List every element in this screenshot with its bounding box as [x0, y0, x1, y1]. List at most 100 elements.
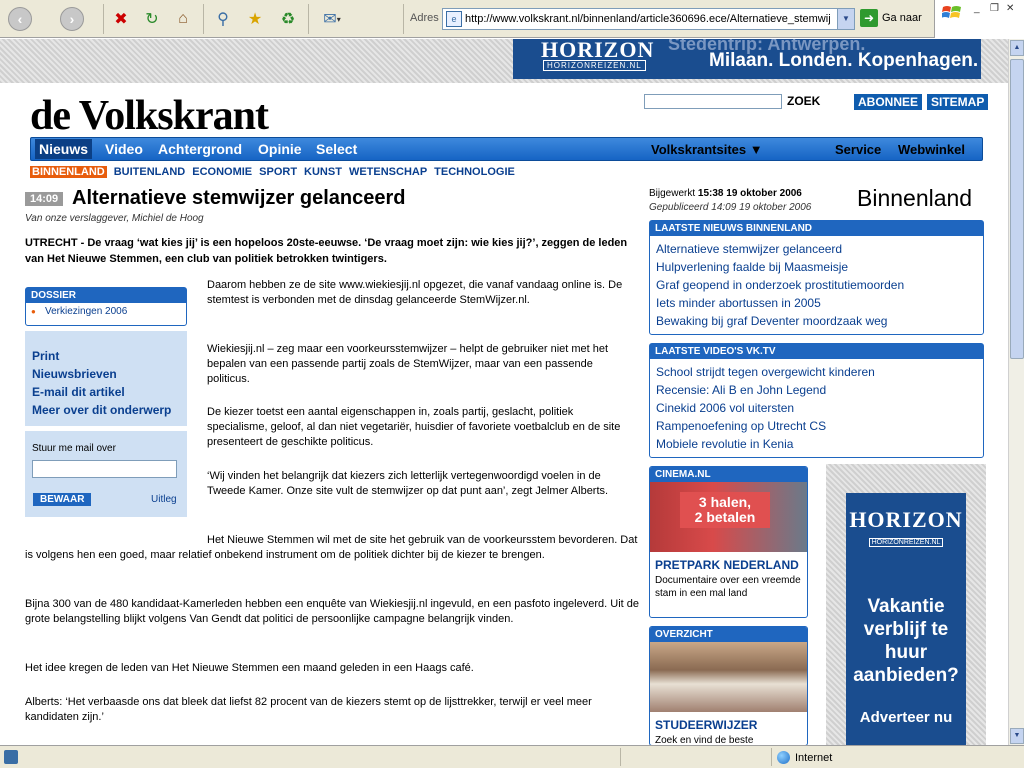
cinema-image-text: 3 halen, 2 betalen [680, 492, 770, 528]
section-title: Binnenland [857, 185, 973, 211]
page-status-icon [4, 750, 18, 764]
article-paragraph: Het idee kregen de leden van Het Nieuwe … [25, 662, 474, 674]
browser-toolbar: ‹ › ✖ ↻ ⌂ ⚲ ★ ♻ ✉ ▾ Adres e http://www.vo… [0, 0, 1024, 38]
video-link[interactable]: Recensie: Ali B en John Legend [656, 381, 977, 399]
news-link[interactable]: Iets minder abortussen in 2005 [656, 294, 977, 312]
email-article-link[interactable]: E-mail dit artikel [32, 383, 180, 401]
cinema-image: 3 halen, 2 betalen [650, 482, 807, 552]
subnav-buitenland[interactable]: BUITENLAND [114, 166, 186, 178]
close-icon[interactable]: ✕ [1006, 3, 1014, 14]
scroll-down-icon[interactable]: ▼ [1010, 728, 1024, 744]
cinema-promo[interactable]: CINEMA.NL 3 halen, 2 betalen PRETPARK NE… [649, 466, 808, 618]
search-submit-button[interactable]: ZOEK [787, 94, 820, 108]
news-link[interactable]: Bewaking bij graf Deventer moordzaak weg [656, 312, 977, 330]
overzicht-image [650, 642, 807, 712]
side-ad-cta: Adverteer nu [859, 709, 953, 726]
nav-volkskrantsites[interactable]: Volkskrantsites ▼ [651, 142, 763, 157]
article-paragraph: Het Nieuwe Stemmen wil met de site het g… [25, 534, 638, 561]
mail-alert-box: Stuur me mail over BEWAAR Uitleg [25, 431, 187, 517]
status-divider [620, 748, 621, 766]
cinema-image-text-1: 3 halen, [698, 494, 752, 510]
video-link[interactable]: Cinekid 2006 vol uitersten [656, 399, 977, 417]
news-link[interactable]: Hulpverlening faalde bij Maasmeisje [656, 258, 977, 276]
subnav-wetenschap[interactable]: WETENSCHAP [349, 166, 427, 178]
video-link[interactable]: Mobiele revolutie in Kenia [656, 435, 977, 453]
article-paragraph: ‘Wij vinden het belangrijk dat kiezers z… [207, 470, 609, 497]
nav-service[interactable]: Service [835, 142, 881, 157]
page-content: Stedentrip: Antwerpen. HORIZON HORIZONRE… [0, 39, 1008, 745]
minimize-icon[interactable]: _ [974, 3, 980, 14]
news-link[interactable]: Alternatieve stemwijzer gelanceerd [656, 240, 977, 258]
favorites-button[interactable]: ★ [242, 6, 268, 32]
more-on-topic-link[interactable]: Meer over dit onderwerp [32, 401, 180, 419]
sitemap-link[interactable]: SITEMAP [927, 94, 989, 110]
updated-value: 15:38 19 oktober 2006 [697, 188, 802, 199]
print-link[interactable]: Print [32, 347, 180, 365]
mail-alert-input[interactable] [32, 460, 177, 478]
updated-timestamp: Bijgewerkt 15:38 19 oktober 2006 [649, 188, 802, 199]
horizon-logo: HORIZON [541, 39, 655, 62]
address-bar[interactable]: e http://www.volkskrant.nl/binnenland/ar… [442, 8, 855, 30]
horizon-side-ad[interactable]: HORIZON HORIZONREIZEN.NL Vakantie verbli… [846, 493, 966, 745]
history-button[interactable]: ♻ [275, 6, 301, 32]
nav-item-nieuws[interactable]: Nieuws [35, 139, 93, 159]
article-byline: Van onze verslaggever, Michiel de Hoog [25, 213, 204, 224]
restore-icon[interactable]: ❐ [990, 3, 999, 14]
status-bar: Internet [0, 745, 1024, 768]
subnav-kunst[interactable]: KUNST [304, 166, 342, 178]
nav-item-opinie[interactable]: Opinie [258, 141, 302, 157]
overzicht-promo[interactable]: OVERZICHT STUDEERWIJZER Zoek en vind de … [649, 626, 808, 745]
site-logo[interactable]: de Volkskrant [30, 92, 269, 140]
go-button[interactable]: ➜ Ga naar [860, 9, 922, 27]
forward-button[interactable]: › [59, 6, 85, 32]
go-arrow-icon: ➜ [860, 9, 878, 27]
video-link[interactable]: School strijdt tegen overgewicht kindere… [656, 363, 977, 381]
nav-webwinkel[interactable]: Webwinkel [898, 142, 965, 157]
back-button[interactable]: ‹ [7, 6, 33, 32]
scroll-thumb[interactable] [1010, 59, 1024, 359]
article-paragraph: Bijna 300 van de 480 kandidaat-Kamerlede… [25, 598, 639, 625]
abonnee-link[interactable]: ABONNEE [854, 94, 923, 110]
horizon-banner-ad[interactable]: Stedentrip: Antwerpen. HORIZON HORIZONRE… [513, 39, 981, 79]
news-link[interactable]: Graf geopend in onderzoek prostitutiemoo… [656, 276, 977, 294]
uitleg-link[interactable]: Uitleg [151, 494, 177, 505]
refresh-button[interactable]: ↻ [139, 6, 165, 32]
subnav-economie[interactable]: ECONOMIE [192, 166, 252, 178]
nav-item-achtergrond[interactable]: Achtergrond [158, 141, 242, 157]
home-icon: ⌂ [178, 10, 188, 27]
nav-item-video[interactable]: Video [105, 141, 143, 157]
site-search-input[interactable] [644, 94, 782, 109]
scroll-up-icon[interactable]: ▲ [1010, 40, 1024, 56]
cinema-title[interactable]: PRETPARK NEDERLAND [650, 552, 807, 572]
dossier-link[interactable]: Verkiezingen 2006 [26, 303, 186, 317]
subnav-sport[interactable]: SPORT [259, 166, 297, 178]
search-icon: ⚲ [217, 11, 229, 28]
main-nav: Nieuws Video Achtergrond Opinie Select V… [30, 137, 983, 161]
toolbar-separator [403, 4, 404, 34]
subnav-binnenland[interactable]: BINNENLAND [30, 166, 107, 178]
search-button[interactable]: ⚲ [210, 6, 236, 32]
stop-button[interactable]: ✖ [108, 6, 134, 32]
overzicht-title[interactable]: STUDEERWIJZER [650, 712, 807, 732]
status-divider [771, 748, 772, 766]
url-field[interactable]: http://www.volkskrant.nl/binnenland/arti… [465, 13, 837, 25]
security-zone: Internet [777, 751, 832, 764]
bewaar-button[interactable]: BEWAAR [33, 493, 92, 506]
video-link[interactable]: Rampenoefening op Utrecht CS [656, 417, 977, 435]
nav-item-select[interactable]: Select [316, 141, 357, 157]
article-paragraph: Daarom hebben ze de site www.wiekiesjij.… [207, 279, 623, 306]
newsletters-link[interactable]: Nieuwsbrieven [32, 365, 180, 383]
vertical-scrollbar[interactable]: ▲ ▼ [1008, 39, 1024, 745]
banner-cities-text: Milaan. Londen. Kopenhagen. [709, 50, 979, 71]
article-time-badge: 14:09 [25, 192, 64, 206]
home-button[interactable]: ⌂ [170, 6, 196, 32]
address-label: Adres [410, 12, 439, 24]
chevron-down-icon: ▾ [336, 14, 341, 24]
subnav-technologie[interactable]: TECHNOLOGIE [434, 166, 515, 178]
article-paragraph: Wiekiesjij.nl – zeg maar een voorkeursst… [207, 343, 609, 385]
horizon-logo: HORIZON [849, 507, 963, 532]
mail-button[interactable]: ✉ ▾ [315, 6, 349, 32]
address-dropdown-icon[interactable]: ▼ [837, 9, 854, 29]
cinema-description: Documentaire over een vreemde stam in ee… [655, 575, 801, 599]
horizon-logo-sub: HORIZONREIZEN.NL [868, 538, 944, 547]
